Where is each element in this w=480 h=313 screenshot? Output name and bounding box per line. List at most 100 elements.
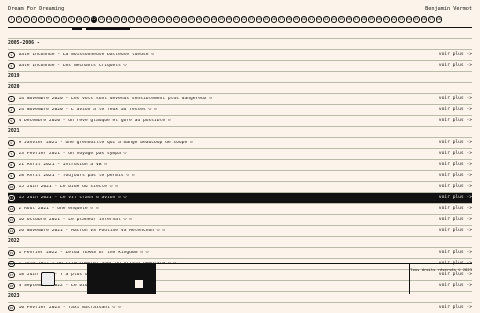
nav-number-16[interactable]: 16 [120,16,127,23]
nav-number-44[interactable]: 44 [330,16,337,23]
nav-number-19[interactable]: 19 [143,16,150,23]
nav-number-31[interactable]: 31 [233,16,240,23]
nav-number-2[interactable]: 2 [15,16,22,23]
nav-number-46[interactable]: 46 [345,16,352,23]
nav-number-12[interactable]: 12 [90,16,97,23]
voir-plus-link[interactable]: voir plus -> [439,250,472,256]
nav-number-56[interactable]: 56 [420,16,427,23]
nav-number-32[interactable]: 32 [240,16,247,23]
nav-number-48[interactable]: 48 [360,16,367,23]
nav-number-23[interactable]: 23 [173,16,180,23]
nav-number-30[interactable]: 30 [225,16,232,23]
dream-title: 23 Février 2021 - Un voyage pas sympa ☺ [18,151,127,156]
voir-plus-link[interactable]: voir plus -> [439,96,472,102]
nav-number-36[interactable]: 36 [270,16,277,23]
dream-title: Date Inconnue - La moissonneuse batteuse… [18,52,155,57]
voir-plus-link[interactable]: voir plus -> [439,184,472,190]
nav-number-22[interactable]: 22 [165,16,172,23]
nav-number-33[interactable]: 33 [248,16,255,23]
dream-row[interactable]: 10 15 Juin 2021 - Le bide du siècle ☺ ☺ vo… [8,181,472,192]
nav-number-26[interactable]: 26 [195,16,202,23]
nav-number-42[interactable]: 42 [315,16,322,23]
nav-number-8[interactable]: 8 [60,16,67,23]
nav-number-57[interactable]: 57 [428,16,435,23]
nav-number-17[interactable]: 17 [128,16,135,23]
voir-plus-link[interactable]: voir plus -> [439,52,472,58]
dream-row[interactable]: 69 Janvier 2021 - Une grenouille qui a m… [8,137,472,148]
voir-plus-link[interactable]: voir plus -> [439,140,472,146]
voir-plus-link[interactable]: voir plus -> [439,195,472,201]
nav-number-9[interactable]: 9 [68,16,75,23]
dream-title: 28 Avril 2021 - Toujours pas le permis ☺… [18,173,135,178]
voir-plus-link[interactable]: voir plus -> [439,63,472,69]
nav-number-21[interactable]: 21 [158,16,165,23]
dream-row[interactable]: 7 23 Février 2021 - Un voyage pas sympa ☺… [8,148,472,159]
nav-number-13[interactable]: 13 [98,16,105,23]
dream-row[interactable]: 13 16 Octobre 2021 - Le planeur infernal … [8,214,472,225]
dream-number-badge: 11 [8,194,15,202]
dream-row[interactable]: 11 15 Juin 2021 - Le vif crash d'avion ☺ … [8,192,472,203]
voir-plus-link[interactable]: voir plus -> [439,162,472,168]
nav-number-20[interactable]: 20 [150,16,157,23]
dream-row[interactable]: 3 14 Novembre 2020 - Les vols sont devenu… [8,93,472,104]
nav-number-39[interactable]: 39 [293,16,300,23]
nav-number-37[interactable]: 37 [278,16,285,23]
nav-number-14[interactable]: 14 [105,16,112,23]
dream-row[interactable]: 15 1 Février 2022 - Zelda TEARS of the ki… [8,247,472,258]
nav-number-24[interactable]: 24 [180,16,187,23]
dream-title: 16 Octobre 2021 - Le planeur infernal ☺ … [18,217,132,222]
nav-number-54[interactable]: 54 [405,16,412,23]
nav-number-15[interactable]: 15 [113,16,120,23]
dream-number-badge: 8 [8,161,15,169]
voir-plus-link[interactable]: voir plus -> [439,228,472,234]
voir-plus-link[interactable]: voir plus -> [439,305,472,311]
nav-number-45[interactable]: 45 [338,16,345,23]
dream-number-badge: 15 [8,249,15,257]
nav-number-40[interactable]: 40 [300,16,307,23]
nav-number-25[interactable]: 25 [188,16,195,23]
nav-number-29[interactable]: 29 [218,16,225,23]
dream-row[interactable]: 1 Date Inconnue - La moissonneuse batteus… [8,49,472,60]
nav-number-50[interactable]: 50 [375,16,382,23]
nav-number-53[interactable]: 53 [398,16,405,23]
dream-row[interactable]: 14 26 Novembre 2021 - Macron VS Poutine V… [8,225,472,236]
voir-plus-link[interactable]: voir plus -> [439,206,472,212]
nav-number-51[interactable]: 51 [383,16,390,23]
voir-plus-link[interactable]: voir plus -> [439,107,472,113]
nav-number-47[interactable]: 47 [353,16,360,23]
nav-number-55[interactable]: 55 [413,16,420,23]
avatar[interactable] [40,272,55,286]
nav-number-49[interactable]: 49 [368,16,375,23]
voir-plus-link[interactable]: voir plus -> [439,151,472,157]
dream-row[interactable]: 9 28 Avril 2021 - Toujours pas le permis … [8,170,472,181]
nav-number-27[interactable]: 27 [203,16,210,23]
nav-number-58[interactable]: 58 [435,16,442,23]
nav-number-41[interactable]: 41 [308,16,315,23]
nav-number-38[interactable]: 38 [285,16,292,23]
nav-number-52[interactable]: 52 [390,16,397,23]
nav-number-34[interactable]: 34 [255,16,262,23]
dream-row[interactable]: 54 Décembre 2020 - Un rêve glauque et go… [8,115,472,126]
voir-plus-link[interactable]: voir plus -> [439,118,472,124]
nav-number-35[interactable]: 35 [263,16,270,23]
dream-number-badge: 10 [8,183,15,191]
dream-row[interactable]: 8 21 Avril 2021 - Intrusion à VB ☺ voir pl… [8,159,472,170]
nav-number-4[interactable]: 4 [30,16,37,23]
nav-number-28[interactable]: 28 [210,16,217,23]
dream-row[interactable]: 12 2 Août 2021 - Une enquête ☺ ☺ voir plus… [8,203,472,214]
nav-number-11[interactable]: 11 [83,16,90,23]
nav-number-3[interactable]: 3 [23,16,30,23]
nav-number-10[interactable]: 10 [75,16,82,23]
dream-row[interactable]: 19 10 Février 2023 - Taxi malfaisant ☺ ☺ v… [8,302,472,313]
voir-plus-link[interactable]: voir plus -> [439,217,472,223]
nav-number-5[interactable]: 5 [38,16,45,23]
dream-row[interactable]: 4 24 Novembre 2020 - L'avion a le feux au… [8,104,472,115]
nav-number-18[interactable]: 18 [135,16,142,23]
voir-plus-link[interactable]: voir plus -> [439,173,472,179]
nav-number-6[interactable]: 6 [45,16,52,23]
nav-number-43[interactable]: 43 [323,16,330,23]
media-player[interactable] [88,264,156,294]
dream-row[interactable]: 2 Date Inconnue - Les méchants criquets ☺… [8,60,472,71]
nav-number-1[interactable]: 1 [8,16,15,23]
nav-number-7[interactable]: 7 [53,16,60,23]
